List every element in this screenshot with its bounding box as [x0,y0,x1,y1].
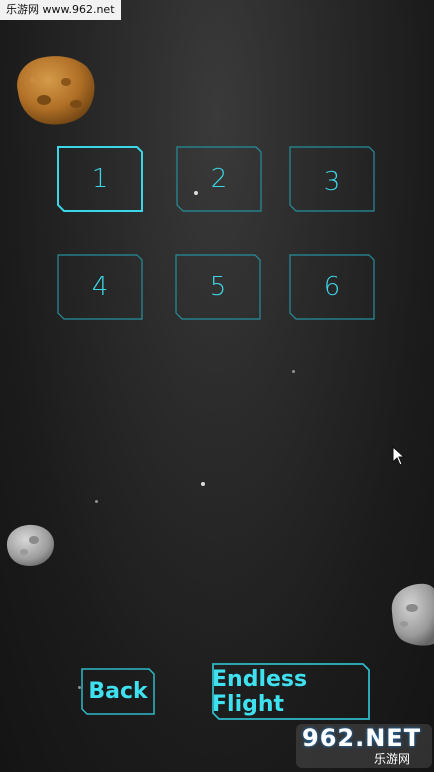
level-button-5[interactable]: 5 [175,254,261,320]
level-number: 1 [91,164,109,194]
level-number: 6 [323,272,341,302]
star [292,370,295,373]
level-button-6[interactable]: 6 [289,254,375,320]
star [95,500,98,503]
asteroid-gray-left [6,524,55,566]
level-number: 5 [209,272,227,302]
endless-flight-button[interactable]: Endless Flight [212,663,370,720]
level-button-3[interactable]: 3 [289,146,375,212]
asteroid-gray-right [391,583,434,646]
site-logo: 962.NET 乐游网 [296,722,432,770]
watermark-top: 乐游网 www.962.net [0,0,121,20]
level-number: 3 [323,167,341,197]
logo-sub-text: 乐游网 [374,752,411,766]
logo-main-text: 962.NET [302,724,422,752]
endless-flight-label: Endless Flight [212,666,308,717]
asteroid-orange [17,56,95,125]
back-button[interactable]: Back [81,668,155,715]
level-number: 4 [91,272,109,302]
back-label: Back [88,679,148,704]
level-button-1[interactable]: 1 [57,146,143,212]
level-number: 2 [210,164,228,194]
level-button-4[interactable]: 4 [57,254,143,320]
level-button-2[interactable]: 2 [176,146,262,212]
star [201,482,205,486]
mouse-pointer-icon [392,446,406,466]
